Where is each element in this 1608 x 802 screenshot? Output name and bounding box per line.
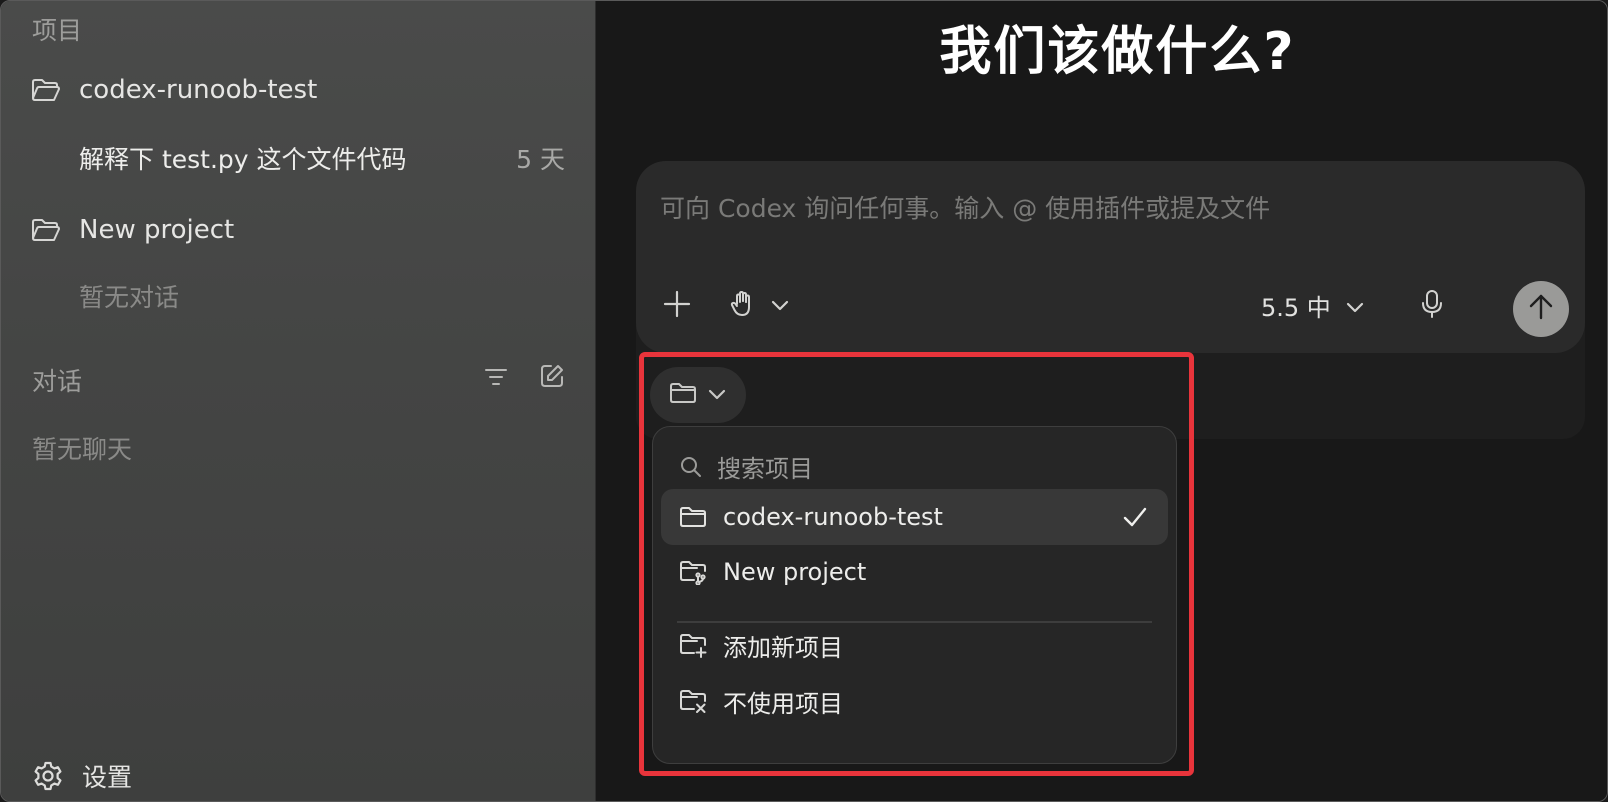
sidebar-thread-item[interactable]: 解释下 test.py 这个文件代码 5 天 — [79, 140, 565, 176]
main-panel: 我们该做什么? 可向 Codex 询问任何事。输入 @ 使用插件或提及文件 5.… — [596, 1, 1607, 801]
folder-x-icon — [679, 688, 707, 714]
empty-threads-text: 暂无对话 — [79, 283, 180, 312]
conversations-section-title: 对话 — [32, 367, 83, 396]
settings-label: 设置 — [82, 763, 133, 792]
folder-icon — [679, 504, 707, 530]
composer: 可向 Codex 询问任何事。输入 @ 使用插件或提及文件 5.5 中 — [636, 161, 1585, 353]
settings-button[interactable]: 设置 — [32, 758, 132, 794]
no-project-option[interactable]: 不使用项目 — [661, 673, 1168, 729]
new-chat-icon[interactable] — [539, 363, 565, 389]
search-icon — [679, 455, 703, 479]
project-option-label: codex-runoob-test — [723, 503, 943, 531]
gear-icon — [32, 760, 64, 792]
folder-open-icon — [31, 77, 61, 103]
filter-icon[interactable] — [483, 364, 509, 390]
project-option-label: New project — [723, 558, 867, 586]
chevron-down-icon — [770, 297, 790, 316]
sidebar-project-label: New project — [79, 215, 235, 245]
folder-branch-icon — [679, 559, 707, 585]
project-dropdown: 搜索项目 codex-runoob-test New project 添加新项目… — [652, 426, 1177, 764]
add-new-project-label: 添加新项目 — [723, 633, 843, 662]
plus-icon — [662, 289, 692, 323]
project-option-codex-runoob-test[interactable]: codex-runoob-test — [661, 489, 1168, 545]
sidebar-project-new-project[interactable]: New project — [31, 215, 234, 245]
search-placeholder: 搜索项目 — [717, 455, 813, 483]
projects-section-title: 项目 — [32, 16, 83, 45]
send-button[interactable] — [1513, 281, 1569, 337]
project-option-new-project[interactable]: New project — [661, 544, 1168, 600]
empty-chats-text: 暂无聊天 — [32, 435, 133, 464]
app-window: 项目 codex-runoob-test 解释下 test.py 这个文件代码 … — [0, 0, 1608, 802]
thread-title: 解释下 test.py 这个文件代码 — [79, 145, 407, 174]
model-label: 5.5 中 — [1261, 294, 1331, 322]
hand-icon — [728, 289, 758, 323]
voice-input-button[interactable] — [1419, 288, 1445, 324]
thread-time: 5 天 — [516, 145, 565, 174]
sidebar: 项目 codex-runoob-test 解释下 test.py 这个文件代码 … — [1, 1, 596, 801]
prompt-input[interactable]: 可向 Codex 询问任何事。输入 @ 使用插件或提及文件 — [660, 189, 1270, 225]
add-new-project-option[interactable]: 添加新项目 — [661, 617, 1168, 673]
folder-plus-icon — [679, 632, 707, 658]
permissions-button[interactable] — [728, 289, 790, 323]
folder-open-icon — [31, 217, 61, 243]
no-project-label: 不使用项目 — [723, 689, 843, 718]
arrow-up-icon — [1526, 292, 1556, 326]
add-attachment-button[interactable] — [662, 289, 692, 323]
microphone-icon — [1419, 288, 1445, 324]
chevron-down-icon — [707, 386, 727, 405]
checkmark-icon — [1122, 504, 1148, 530]
model-select[interactable]: 5.5 中 — [1261, 288, 1365, 323]
folder-icon — [669, 381, 697, 409]
page-title: 我们该做什么? — [939, 22, 1296, 82]
project-search-input[interactable]: 搜索项目 — [679, 449, 813, 484]
sidebar-project-codex-runoob-test[interactable]: codex-runoob-test — [31, 75, 317, 105]
sidebar-project-label: codex-runoob-test — [79, 75, 318, 105]
chevron-down-icon — [1345, 292, 1365, 320]
project-selector-button[interactable] — [650, 367, 746, 423]
